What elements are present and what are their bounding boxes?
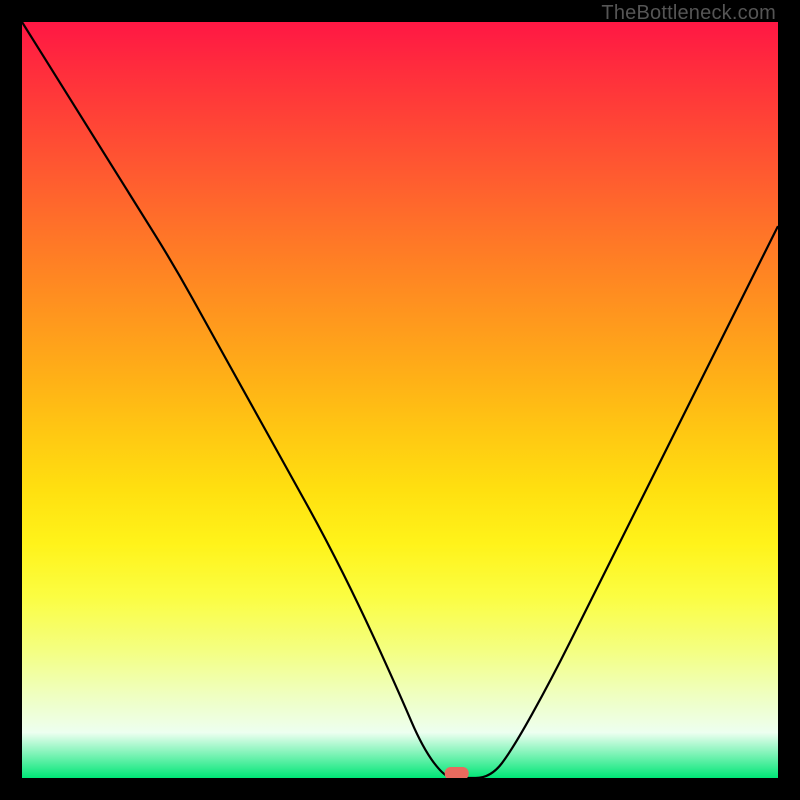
plot-area bbox=[22, 22, 778, 778]
bottleneck-curve bbox=[22, 22, 778, 778]
watermark-text: TheBottleneck.com bbox=[601, 2, 776, 25]
min-point-marker bbox=[445, 767, 469, 778]
chart-frame: TheBottleneck.com bbox=[0, 0, 800, 800]
chart-overlay bbox=[22, 22, 778, 778]
